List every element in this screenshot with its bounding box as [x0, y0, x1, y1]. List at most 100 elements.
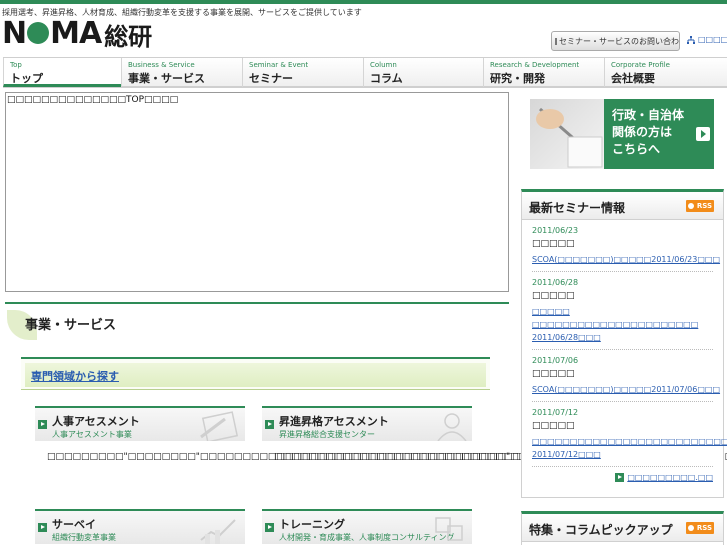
seminar-link[interactable]: □□□□□□□□□□□□□□□□□□□□□□□□□□ 2011/07/12□□□ — [532, 435, 727, 461]
seminar-date: 2011/07/06 — [532, 356, 579, 365]
banner-line-1: 行政・自治体 — [612, 108, 685, 122]
nav-seminar[interactable]: Seminar & Event セミナー — [242, 58, 363, 87]
seminar-category: □□□□□ — [532, 291, 575, 301]
seminar-date: 2011/06/28 — [532, 278, 579, 287]
list-item: 2011/06/23 □□□□□ SCOA(□□□□□□□)□□□□□2011/… — [532, 220, 720, 272]
logo-wordmark: N MA — [2, 16, 102, 51]
specialty-search-banner: 専門領域から探す — [25, 363, 486, 387]
list-item: 2011/07/12 □□□□□ □□□□□□□□□□□□□□□□□□□□□□□… — [532, 402, 727, 467]
seminar-category: □□□□□ — [532, 239, 575, 249]
seminar-date: 2011/06/23 — [532, 226, 579, 235]
service-card-subtitle: 昇進昇格総合支援センター — [279, 430, 375, 439]
logo-o-circle — [27, 21, 50, 44]
pencil-paper-icon — [200, 411, 239, 441]
nav-top-label: トップ — [10, 72, 43, 85]
service-card-header[interactable]: 人事アセスメント 人事アセスメント事業 — [35, 406, 245, 441]
blocks-icon — [435, 517, 463, 541]
government-banner[interactable]: 行政・自治体 関係の方は こちらへ — [530, 99, 714, 169]
service-card-promotion: 昇進昇格アセスメント 昇進昇格総合支援センター □□□□□□□□□□□□□□□□… — [262, 406, 727, 465]
mail-icon — [555, 37, 557, 45]
seminar-more-label: □□□□□□□□□.□□ — [627, 473, 713, 482]
nav-column-label: コラム — [370, 72, 403, 85]
nav-column-en: Column — [370, 61, 397, 69]
arrow-right-icon — [265, 523, 274, 532]
top-accent-bar — [0, 0, 727, 4]
contact-button-label: セミナー・サービスのお問い合わせ — [559, 36, 680, 46]
seminar-link[interactable]: SCOA(□□□□□□□)□□□□□2011/07/06□□□ — [532, 383, 720, 396]
nav-seminar-en: Seminar & Event — [249, 61, 309, 69]
service-card-assessment: 人事アセスメント 人事アセスメント事業 □□□□□□□□□"□□□□□□□□"□… — [35, 406, 702, 465]
feature-panel-header: 特集・コラムピックアップ RSS — [522, 514, 723, 542]
arrow-right-icon — [696, 127, 710, 141]
service-card-title: 昇進昇格アセスメント — [279, 415, 389, 428]
banner-photo — [530, 99, 604, 169]
service-card-survey: サーベイ 組織行動変革事業 — [35, 509, 245, 544]
service-card-subtitle: 組織行動変革事業 — [52, 533, 116, 542]
list-item: 2011/06/28 □□□□□ □□□□□ □□□□□□□□□□□□□□□□□… — [532, 272, 713, 350]
service-card-description: □□□□□□□□□"□□□□□□□□"□□□□□□□□□□□□□□□□□□□□□… — [47, 452, 702, 462]
nav-corporate[interactable]: Corporate Profile 会社概要 — [604, 58, 727, 87]
chart-growth-icon — [200, 519, 236, 544]
seminar-date: 2011/07/12 — [532, 408, 579, 417]
nav-research-en: Research & Development — [490, 61, 580, 69]
banner-line-3: こちらへ — [612, 142, 661, 156]
business-section-title: 事業・サービス — [25, 318, 117, 333]
seminar-category: □□□□□ — [532, 421, 575, 431]
specialty-search-box: 専門領域から探す — [21, 357, 490, 390]
nav-corporate-en: Corporate Profile — [611, 61, 670, 69]
seminar-panel-header: 最新セミナー情報 RSS — [522, 192, 723, 220]
feature-panel-title: 特集・コラムピックアップ — [529, 523, 673, 537]
logo-japanese: 総研 — [104, 21, 153, 51]
nav-business-en: Business & Service — [128, 61, 195, 69]
business-section-header: 事業・サービス — [5, 302, 509, 340]
seminar-panel-title: 最新セミナー情報 — [529, 201, 626, 215]
flash-area[interactable]: □□□□□□□□□□□□□□TOP□□□□ — [5, 92, 509, 292]
service-card-header[interactable]: 昇進昇格アセスメント 昇進昇格総合支援センター — [262, 406, 472, 441]
banner-line-2: 関係の方は — [612, 125, 673, 139]
nav-seminar-label: セミナー — [249, 72, 293, 85]
sitemap-link[interactable]: □□□□□□ — [687, 35, 727, 44]
service-card-header[interactable]: サーベイ 組織行動変革事業 — [35, 509, 245, 544]
nav-corporate-label: 会社概要 — [611, 72, 655, 85]
feature-panel: 特集・コラムピックアップ RSS — [521, 511, 724, 545]
service-card-training: トレーニング 人材開発・育成事業、人事制度コンサルティング — [262, 509, 472, 544]
sitemap-label: □□□□□□ — [698, 35, 727, 44]
service-card-title: 人事アセスメント — [52, 415, 140, 428]
pen-hand-image — [536, 107, 603, 168]
seminar-link[interactable]: □□□□□ □□□□□□□□□□□□□□□□□□□□□□ 2011/06/28□… — [532, 305, 713, 344]
service-card-title: サーベイ — [52, 518, 96, 531]
service-card-subtitle: 人事アセスメント事業 — [52, 430, 132, 439]
arrow-right-icon — [38, 420, 47, 429]
list-item: 2011/07/06 □□□□□ SCOA(□□□□□□□)□□□□□2011/… — [532, 350, 720, 402]
service-card-header[interactable]: トレーニング 人材開発・育成事業、人事制度コンサルティング — [262, 509, 472, 544]
seminar-more-link[interactable]: □□□□□□□□□.□□ — [522, 467, 723, 488]
nav-business-label: 事業・サービス — [128, 72, 205, 85]
seminar-list: 2011/06/23 □□□□□ SCOA(□□□□□□□)□□□□□2011/… — [522, 220, 727, 467]
seminar-link[interactable]: SCOA(□□□□□□□)□□□□□2011/06/23□□□ — [532, 253, 720, 266]
logo-letters-ma: MA — [50, 16, 102, 51]
arrow-right-icon — [265, 420, 274, 429]
rss-icon[interactable]: RSS — [686, 522, 714, 534]
nav-top[interactable]: Top トップ — [3, 58, 121, 87]
rss-icon[interactable]: RSS — [686, 200, 714, 212]
government-banner-text: 行政・自治体 関係の方は こちらへ — [612, 107, 684, 158]
arrow-right-icon — [38, 523, 47, 532]
person-figure-icon — [437, 413, 467, 441]
specialty-search-link[interactable]: 専門領域から探す — [31, 368, 119, 384]
service-card-title: トレーニング — [279, 518, 345, 531]
service-card-description: □□□□□□□□□□□□□□□□□□□□□□□□□□□□□□□□□□□□□□□□… — [274, 452, 727, 462]
nav-research-label: 研究・開発 — [490, 72, 545, 85]
logo-letter-n: N — [2, 16, 27, 51]
contact-button[interactable]: セミナー・サービスのお問い合わせ — [551, 31, 680, 51]
sitemap-icon — [687, 35, 695, 44]
seminar-category: □□□□□ — [532, 369, 575, 379]
arrow-right-icon — [615, 473, 625, 482]
nav-column[interactable]: Column コラム — [363, 58, 483, 87]
nav-top-en: Top — [10, 61, 22, 69]
seminar-panel: 最新セミナー情報 RSS 2011/06/23 □□□□□ SCOA(□□□□□… — [521, 189, 727, 498]
nav-business[interactable]: Business & Service 事業・サービス — [121, 58, 242, 87]
site-logo[interactable]: N MA 総研 — [2, 16, 153, 51]
flash-placeholder-text: □□□□□□□□□□□□□□TOP□□□□ — [7, 95, 179, 105]
nav-research[interactable]: Research & Development 研究・開発 — [483, 58, 604, 87]
global-nav: Top トップ Business & Service 事業・サービス Semin… — [3, 57, 727, 88]
